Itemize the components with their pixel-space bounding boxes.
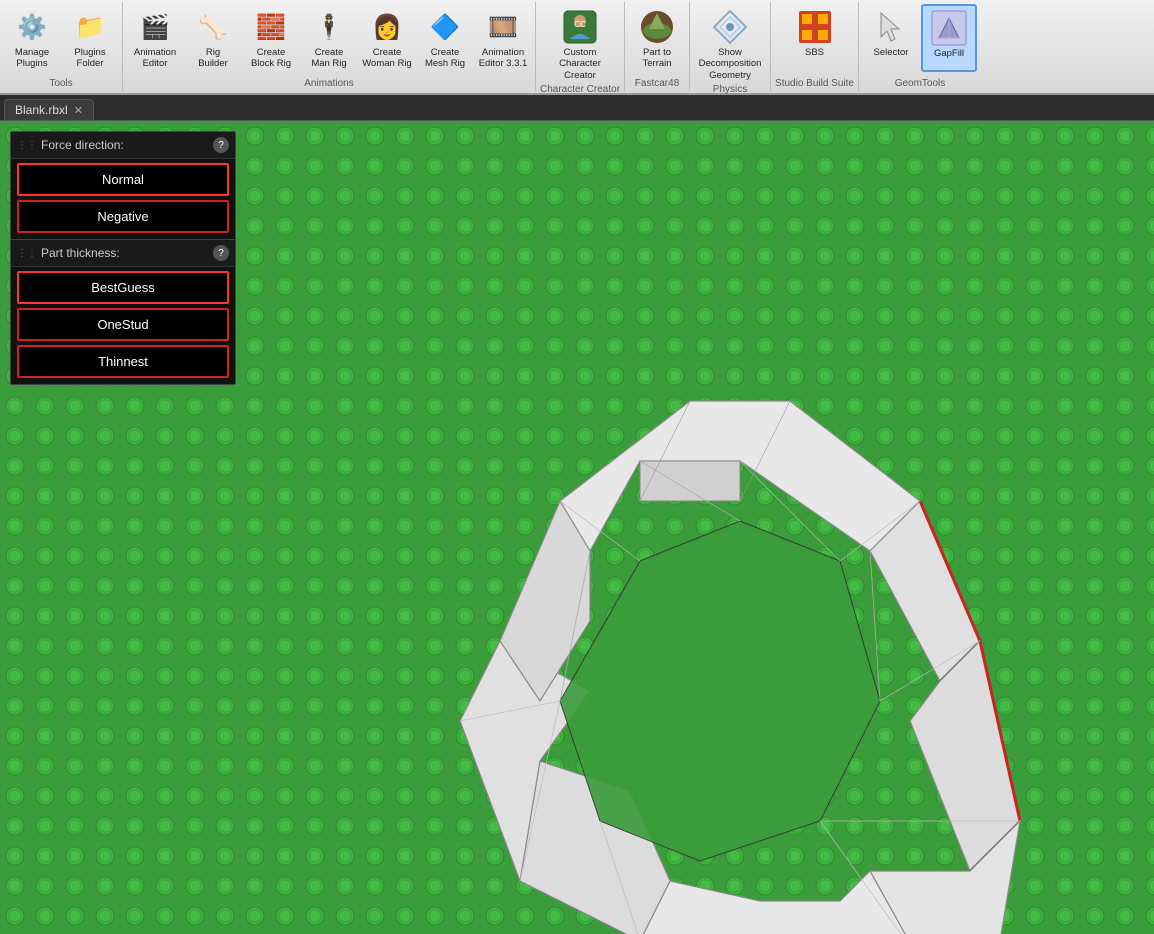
geomtools-group-label: GeomTools [895, 78, 946, 91]
selector-button[interactable]: Selector [863, 4, 919, 72]
manage-plugins-label: Manage Plugins [7, 47, 57, 70]
toolbar-group-geomtools: Selector GapFill GeomTools [859, 2, 981, 91]
create-block-rig-icon: 🧱 [253, 9, 289, 45]
normal-button[interactable]: Normal [17, 163, 229, 196]
custom-character-creator-label: Custom CharacterCreator [549, 47, 611, 81]
custom-character-creator-button[interactable]: CC Custom CharacterCreator [546, 4, 614, 84]
thinnest-button[interactable]: Thinnest [17, 345, 229, 378]
create-woman-rig-button[interactable]: 👩 CreateWoman Rig [359, 4, 415, 73]
toolbar-animations-items: 🎬 AnimationEditor 🦴 RigBuilder 🧱 CreateB… [127, 4, 531, 78]
toolbar-character-items: CC Custom CharacterCreator [546, 4, 614, 84]
part-thickness-help[interactable]: ? [213, 245, 229, 261]
create-block-rig-button[interactable]: 🧱 CreateBlock Rig [243, 4, 299, 73]
bestguess-button[interactable]: BestGuess [17, 271, 229, 304]
rig-builder-label: RigBuilder [198, 47, 228, 70]
force-direction-help[interactable]: ? [213, 137, 229, 153]
show-decomp-geometry-button[interactable]: Show DecompositionGeometry [694, 4, 766, 84]
toolbar-group-character-creator: CC Custom CharacterCreator Character Cre… [536, 2, 625, 91]
toolbar-group-fastcar48: Part toTerrain Fastcar48 [625, 2, 690, 91]
toolbar-group-sbs: SBS Studio Build Suite [771, 2, 859, 91]
force-direction-section: Force direction: ? Normal Negative [11, 132, 235, 233]
part-thickness-section: Part thickness: ? BestGuess OneStud Thin… [11, 239, 235, 378]
toolbar-geomtools-items: Selector GapFill [863, 4, 977, 78]
rig-builder-icon: 🦴 [195, 9, 231, 45]
toolbar-physics-items: Show DecompositionGeometry [694, 4, 766, 84]
create-woman-rig-label: CreateWoman Rig [362, 47, 411, 70]
character-creator-group-label: Character Creator [540, 84, 620, 97]
part-to-terrain-label: Part toTerrain [643, 47, 672, 70]
tab-label: Blank.rbxl [15, 103, 68, 117]
onestud-button[interactable]: OneStud [17, 308, 229, 341]
create-mesh-rig-button[interactable]: 🔷 CreateMesh Rig [417, 4, 473, 73]
animation-editor-33-button[interactable]: 🎞️ AnimationEditor 3.3.1 [475, 4, 531, 73]
main-viewport: Force direction: ? Normal Negative Part … [0, 121, 1154, 934]
create-man-rig-button[interactable]: 🕴 CreateMan Rig [301, 4, 357, 73]
manage-plugins-button[interactable]: ⚙️ Manage Plugins [4, 4, 60, 73]
animation-editor-icon: 🎬 [137, 9, 173, 45]
part-to-terrain-icon [639, 9, 675, 45]
sbs-label: SBS [805, 47, 824, 58]
toolbar: ⚙️ Manage Plugins 📁 Plugins Folder Tools… [0, 0, 1154, 95]
animation-editor-label: AnimationEditor [134, 47, 176, 70]
svg-text:CC: CC [574, 20, 586, 29]
animations-group-label: Animations [304, 78, 353, 91]
part-thickness-title: Part thickness: [17, 246, 120, 260]
part-thickness-header[interactable]: Part thickness: ? [11, 240, 235, 267]
show-decomp-geometry-icon [712, 9, 748, 45]
fastcar48-group-label: Fastcar48 [635, 78, 679, 91]
selector-label: Selector [874, 47, 909, 58]
tab-close-icon[interactable]: ✕ [74, 104, 83, 117]
gapfill-label: GapFill [934, 48, 964, 59]
rig-builder-button[interactable]: 🦴 RigBuilder [185, 4, 241, 73]
gapfill-icon [931, 10, 967, 46]
3d-shape [350, 321, 1050, 934]
animation-editor-33-icon: 🎞️ [485, 9, 521, 45]
control-panel: Force direction: ? Normal Negative Part … [10, 131, 236, 385]
toolbar-sbs-items: SBS [787, 4, 843, 78]
selector-icon [873, 9, 909, 45]
toolbar-group-animations: 🎬 AnimationEditor 🦴 RigBuilder 🧱 CreateB… [123, 2, 536, 91]
animation-editor-button[interactable]: 🎬 AnimationEditor [127, 4, 183, 73]
plugins-folder-icon: 📁 [72, 9, 108, 45]
part-to-terrain-button[interactable]: Part toTerrain [629, 4, 685, 73]
create-block-rig-label: CreateBlock Rig [251, 47, 291, 70]
toolbar-fastcar-items: Part toTerrain [629, 4, 685, 78]
tabbar: Blank.rbxl ✕ [0, 95, 1154, 121]
create-man-rig-label: CreateMan Rig [311, 47, 346, 70]
gapfill-button[interactable]: GapFill [921, 4, 977, 72]
force-direction-header[interactable]: Force direction: ? [11, 132, 235, 159]
force-direction-title: Force direction: [17, 138, 124, 152]
negative-button[interactable]: Negative [17, 200, 229, 233]
physics-group-label: Physics [713, 84, 747, 97]
create-mesh-rig-label: CreateMesh Rig [425, 47, 465, 70]
custom-character-creator-icon: CC [562, 9, 598, 45]
plugins-folder-label: Plugins Folder [65, 47, 115, 70]
create-mesh-rig-icon: 🔷 [427, 9, 463, 45]
toolbar-group-tools: ⚙️ Manage Plugins 📁 Plugins Folder Tools [0, 2, 123, 91]
create-man-rig-icon: 🕴 [311, 9, 347, 45]
tools-group-label: Tools [49, 78, 72, 91]
animation-editor-33-label: AnimationEditor 3.3.1 [479, 47, 528, 70]
sbs-group-label: Studio Build Suite [775, 78, 854, 91]
sbs-button[interactable]: SBS [787, 4, 843, 72]
show-decomp-geometry-label: Show DecompositionGeometry [697, 47, 763, 81]
create-woman-rig-icon: 👩 [369, 9, 405, 45]
manage-plugins-icon: ⚙️ [14, 9, 50, 45]
toolbar-tools-items: ⚙️ Manage Plugins 📁 Plugins Folder [4, 4, 118, 78]
tab-blank-rbxl[interactable]: Blank.rbxl ✕ [4, 99, 94, 120]
plugins-folder-button[interactable]: 📁 Plugins Folder [62, 4, 118, 73]
toolbar-group-physics: Show DecompositionGeometry Physics [690, 2, 771, 91]
sbs-icon [797, 9, 833, 45]
viewport-background[interactable]: Force direction: ? Normal Negative Part … [0, 121, 1154, 934]
